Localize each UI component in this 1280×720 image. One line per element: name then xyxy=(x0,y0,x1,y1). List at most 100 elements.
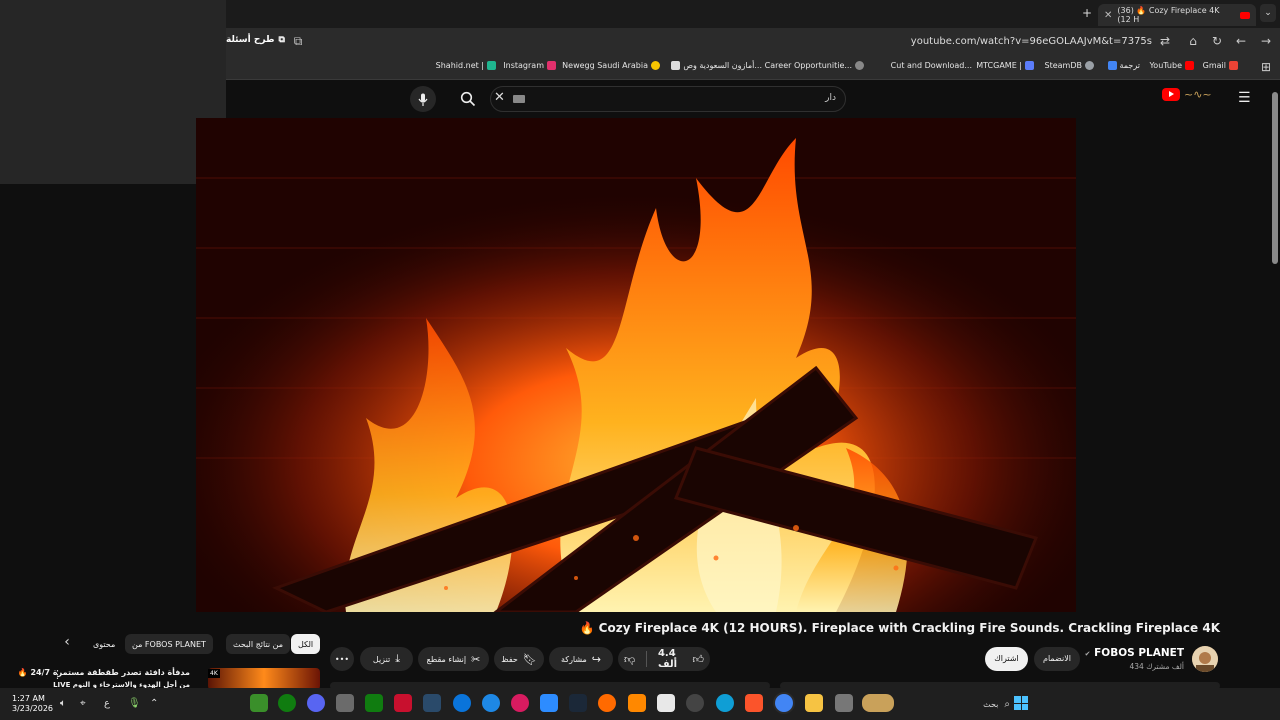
windows-start-icon[interactable] xyxy=(1014,696,1028,710)
firefox-icon[interactable] xyxy=(598,694,616,712)
taskbar-search[interactable]: بحث ⌕ xyxy=(930,694,1010,714)
address-bar[interactable]: youtube.com/watch?v=96eGOLAAJvM&t=7375s xyxy=(911,36,1152,47)
bookmark-cut-download[interactable]: Cut and Download... xyxy=(891,61,972,70)
volume-icon[interactable]: 🔈︎ xyxy=(60,698,66,709)
browser-tab[interactable]: ✕ (36) 🔥 Cozy Fireplace 4K (12 H xyxy=(1098,4,1256,26)
bookmark-mtcgame[interactable]: MTCGAME | xyxy=(976,61,1034,70)
channel-name-label: FOBOS PLANET xyxy=(1094,647,1184,659)
discord-icon[interactable] xyxy=(307,694,325,712)
clear-search-icon[interactable]: ✕ xyxy=(494,90,505,105)
vlc-icon[interactable] xyxy=(628,694,646,712)
apps-icon[interactable]: ⊞ xyxy=(1258,60,1274,74)
dislike-button[interactable]: 👎︎ xyxy=(618,653,641,666)
clip-label: إنشاء مقطع xyxy=(426,654,467,664)
xbox-app-icon[interactable] xyxy=(365,694,383,712)
youtube-doodle-icon: ~∿~ xyxy=(1184,88,1212,101)
youtube-logo[interactable]: ~∿~ xyxy=(1162,88,1212,101)
chip-all[interactable]: الكل xyxy=(291,634,321,654)
keyboard-icon[interactable] xyxy=(513,95,525,103)
red-app-icon[interactable] xyxy=(394,694,412,712)
bookmark-icon: 🔖︎ xyxy=(522,652,537,666)
chrome-icon[interactable] xyxy=(775,694,793,712)
share-button[interactable]: مشاركة ↪ xyxy=(549,647,613,671)
chevron-left-icon[interactable]: ‹ xyxy=(58,634,76,654)
chip-from-channel[interactable]: من FOBOS PLANET xyxy=(125,634,213,654)
app-icon[interactable] xyxy=(336,694,354,712)
zoom-icon[interactable] xyxy=(540,694,558,712)
suggested-video-title[interactable]: 🔥 مدفأة دافئة تصدر طقطقة مستمرة 24/7 xyxy=(18,668,190,677)
brave-icon[interactable] xyxy=(745,694,763,712)
like-dislike-group: 👎︎ 4.4 ألف 👍︎ xyxy=(618,647,710,671)
youtube-favicon-icon xyxy=(1240,11,1250,19)
bookmark-instagram[interactable]: Instagram xyxy=(503,61,556,70)
xbox-icon[interactable] xyxy=(278,694,296,712)
tab-title: (36) 🔥 Cozy Fireplace 4K (12 H xyxy=(1117,6,1220,24)
bookmark-label: YouTube xyxy=(1149,61,1182,70)
bookmark-translate[interactable]: ترجمة xyxy=(1107,61,1140,70)
quality-badge: 4K xyxy=(208,669,220,678)
github-icon[interactable] xyxy=(686,694,704,712)
subscribe-button[interactable]: اشتراك xyxy=(985,647,1028,671)
more-actions-button[interactable]: ••• xyxy=(330,647,354,671)
chip-content[interactable]: محتوى xyxy=(86,634,122,654)
hamburger-menu-icon[interactable]: ☰ xyxy=(1238,90,1251,106)
input-language[interactable]: ع xyxy=(104,698,110,709)
scrollbar-thumb[interactable] xyxy=(1272,92,1278,264)
download-button[interactable]: تنزيل ⤓ xyxy=(360,647,413,671)
store-app-icon[interactable] xyxy=(423,694,441,712)
home-icon[interactable]: ⌂ xyxy=(1185,34,1201,48)
video-player[interactable] xyxy=(196,118,1076,612)
bookmark-label: SteamDB xyxy=(1044,61,1082,70)
bookmark-label: Instagram xyxy=(503,61,544,70)
like-button[interactable]: 4.4 ألف 👍︎ xyxy=(652,648,710,670)
bookmark-youtube[interactable]: YouTube xyxy=(1149,61,1194,70)
join-button[interactable]: الانضمام xyxy=(1034,647,1080,671)
store-icon[interactable] xyxy=(657,694,675,712)
bookmark-steamdb[interactable]: SteamDB xyxy=(1045,61,1094,70)
suggested-video-thumbnail[interactable] xyxy=(208,668,320,690)
bookmark-label: Cut and Download... xyxy=(890,61,972,70)
media-player-icon[interactable] xyxy=(511,694,529,712)
ask-label: طرح أسئلة xyxy=(226,35,275,45)
clip-button[interactable]: إنشاء مقطع ✂ xyxy=(418,647,489,671)
back-icon[interactable]: → xyxy=(1258,34,1274,48)
voice-search-button[interactable] xyxy=(410,86,436,112)
file-explorer-icon[interactable] xyxy=(805,694,823,712)
more-vertical-icon[interactable]: ⋮ xyxy=(52,668,63,681)
minecraft-icon[interactable] xyxy=(250,694,268,712)
channel-avatar[interactable] xyxy=(1192,646,1218,672)
bookmark-career[interactable]: Career Opportunitie... xyxy=(765,61,864,70)
system-clock[interactable]: 1:27 AM 3/23/2026 xyxy=(12,694,53,714)
show-hidden-icons-icon[interactable]: ⌃ xyxy=(150,698,158,709)
video-title: 🔥 Cozy Fireplace 4K (12 HOURS). Fireplac… xyxy=(579,621,1220,635)
taskbar-search-label: بحث xyxy=(983,699,999,709)
search-input[interactable] xyxy=(490,86,846,112)
bookmark-amazon-sa[interactable]: أمازون السعودية وص... xyxy=(671,61,762,70)
tab-search-icon[interactable]: ⌄ xyxy=(1260,4,1276,22)
steamdb-icon xyxy=(1085,61,1094,70)
site-info-icon[interactable]: ⇄ xyxy=(1157,34,1173,48)
bookmark-shahid[interactable]: Shahid.net | xyxy=(436,61,496,70)
edge-icon[interactable] xyxy=(716,694,734,712)
forward-icon[interactable]: ← xyxy=(1233,34,1249,48)
task-view-icon[interactable] xyxy=(835,694,853,712)
search-button[interactable] xyxy=(452,86,484,112)
open-in-new-icon[interactable]: ⧉ xyxy=(290,34,306,49)
globe-icon xyxy=(855,61,864,70)
bookmark-newegg[interactable]: Newegg Saudi Arabia xyxy=(562,61,660,70)
settings-app-icon[interactable] xyxy=(453,694,471,712)
youtube-icon xyxy=(1185,61,1194,70)
close-tab-icon[interactable]: ✕ xyxy=(1104,10,1112,21)
edge-dev-icon[interactable] xyxy=(482,694,500,712)
bookmark-gmail[interactable]: Gmail xyxy=(1203,61,1238,70)
steam-icon[interactable] xyxy=(569,694,587,712)
new-tab-button[interactable]: + xyxy=(1082,6,1092,20)
channel-name[interactable]: ✔ FOBOS PLANET xyxy=(1085,647,1184,659)
reload-icon[interactable]: ↻ xyxy=(1209,34,1225,48)
ask-questions-button[interactable]: طرح أسئلة ⧉ xyxy=(226,35,285,45)
microphone-tray-icon[interactable]: 🎙︎ xyxy=(128,698,141,709)
save-button[interactable]: حفظ 🔖︎ xyxy=(494,647,544,671)
chip-from-search[interactable]: من نتائج البحث xyxy=(226,634,291,654)
network-icon[interactable]: ⌖ xyxy=(80,698,86,709)
widgets-icon[interactable] xyxy=(862,694,894,712)
